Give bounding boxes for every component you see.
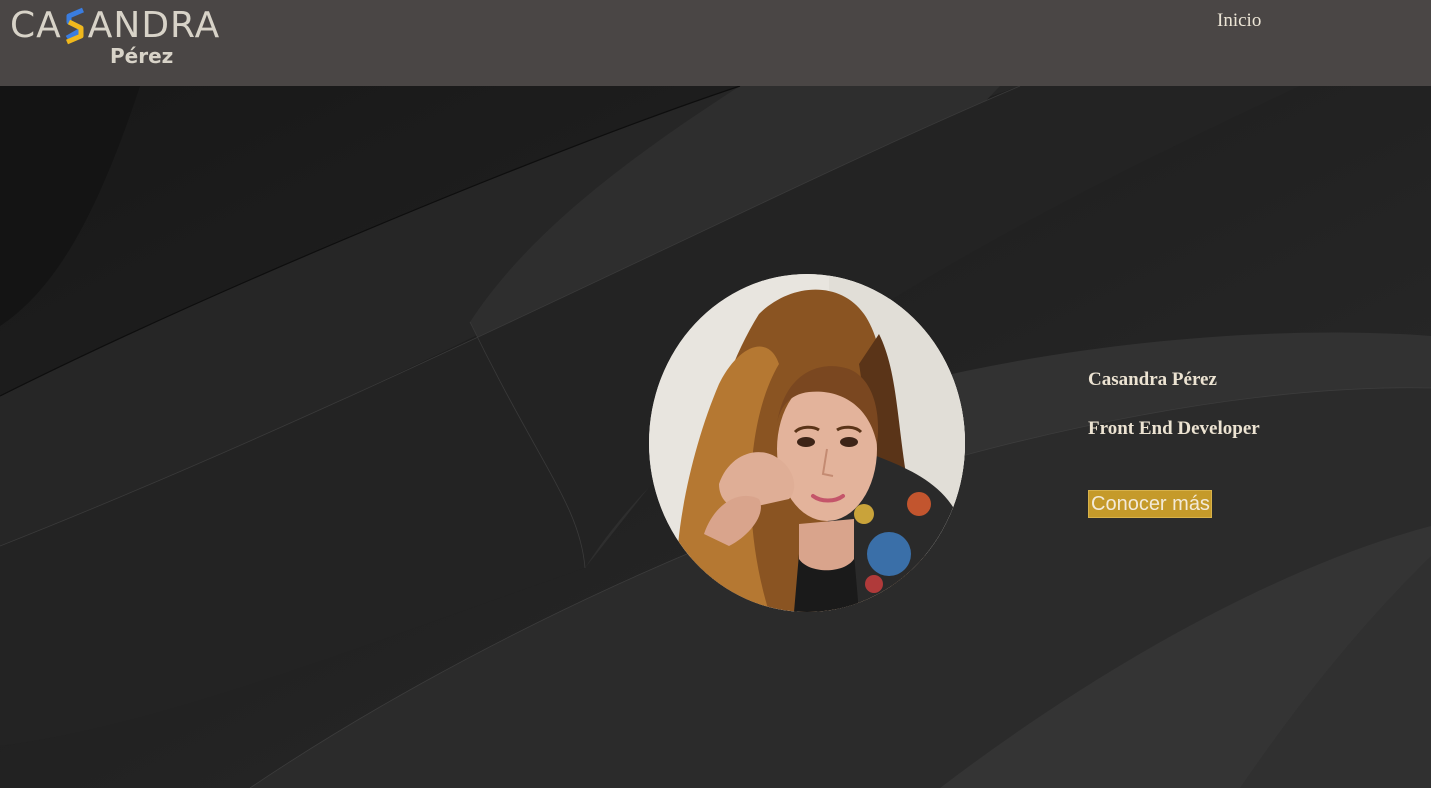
logo-letters-andra: ANDRA [87,5,221,46]
logo-s-mark-icon [65,7,84,45]
logo-letters-ca: CA [10,5,62,46]
page: CA ANDRA Pérez Inicio Casandra Pérez Fro… [0,0,1431,788]
logo-surname: Pérez [110,44,174,68]
profile-photo-illustration [649,274,965,612]
brand-logo[interactable]: CA ANDRA Pérez [10,4,219,70]
intro-name: Casandra Pérez [1088,369,1217,390]
site-header: CA ANDRA Pérez Inicio [0,0,1431,86]
profile-photo [649,274,965,612]
logo-wordmark: CA ANDRA [10,4,220,48]
conocer-mas-button[interactable]: Conocer más [1088,490,1212,518]
intro-role: Front End Developer [1088,418,1260,439]
nav-link-inicio[interactable]: Inicio [1217,10,1261,32]
